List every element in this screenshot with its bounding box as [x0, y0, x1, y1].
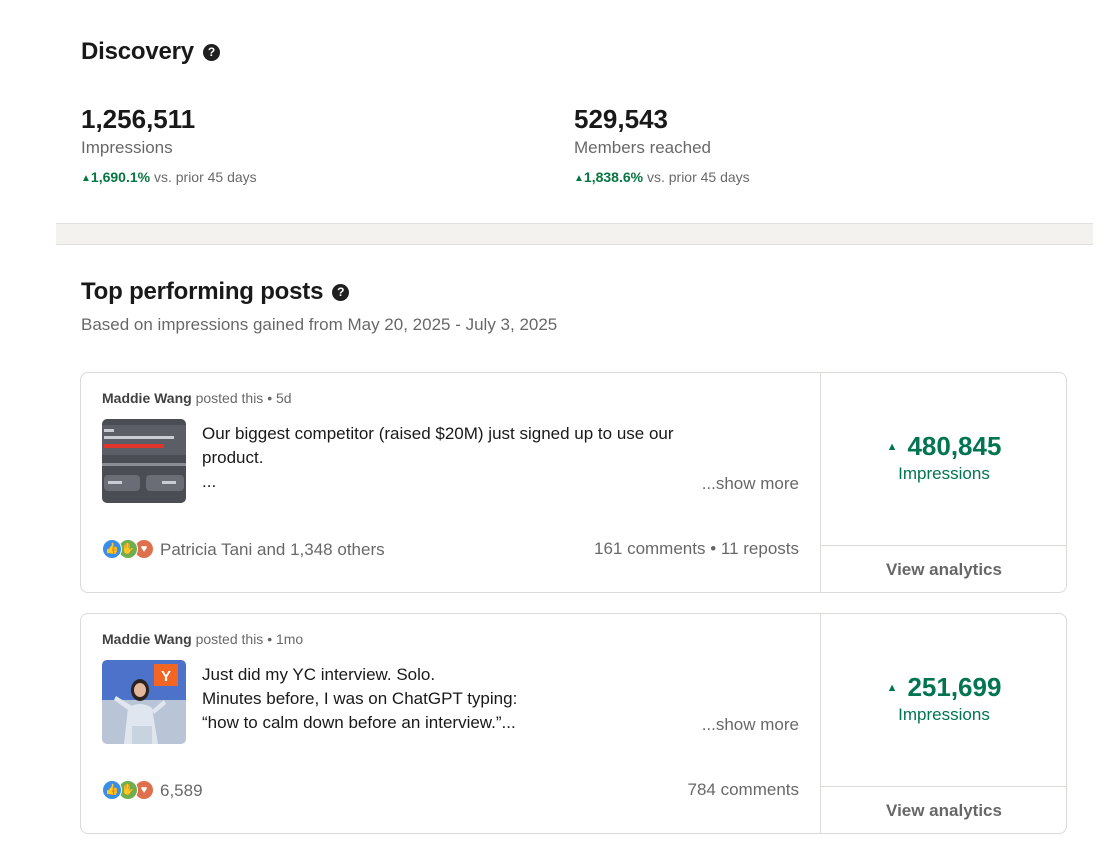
help-icon[interactable]: ?: [332, 283, 350, 301]
like-icon: 👍: [102, 539, 122, 559]
post-line: Our biggest competitor (raised $20M) jus…: [202, 424, 674, 443]
help-icon[interactable]: ?: [202, 43, 220, 61]
post-card[interactable]: Maddie Wang posted this • 1mo Y Just did…: [80, 613, 1067, 834]
impressions-label: Impressions: [898, 464, 990, 483]
trend-percent: 1,690.1%: [90, 169, 151, 185]
reactions-count[interactable]: 6,589: [160, 781, 203, 800]
impressions-block: ▲ 480,845 Impressions: [821, 431, 1066, 484]
top-posts-header: Top performing posts? Based on impressio…: [81, 278, 1071, 335]
discovery-section: Discovery? 1,256,511 Impressions ▲1,690.…: [81, 38, 1081, 185]
impressions-number: 480,845: [907, 431, 1002, 461]
interview-photo-thumbnail: Y: [102, 660, 186, 744]
top-posts-subtitle: Based on impressions gained from May 20,…: [81, 315, 558, 334]
triangle-up-icon: ▲: [886, 441, 898, 453]
post-footer: 👍 ✋ ♥ 6,589 784 comments: [102, 780, 799, 801]
show-more-link[interactable]: ...show more: [702, 715, 799, 735]
post-meta: Maddie Wang posted this • 1mo: [102, 631, 303, 647]
post-text: Just did my YC interview. Solo. Minutes …: [202, 663, 742, 735]
like-icon: 👍: [102, 780, 122, 800]
reaction-icons[interactable]: 👍 ✋ ♥: [102, 539, 156, 559]
post-meta: Maddie Wang posted this • 5d: [102, 390, 292, 406]
post-impressions-panel: ▲ 480,845 Impressions View analytics: [820, 373, 1066, 592]
post-footer: 👍 ✋ ♥ Patricia Tani and 1,348 others 161…: [102, 539, 799, 560]
post-time: posted this • 1mo: [191, 631, 304, 647]
impressions-value: ▲ 480,845: [821, 431, 1066, 462]
reactions-count[interactable]: Patricia Tani and 1,348 others: [160, 540, 385, 559]
stat-label: Members reached: [574, 138, 712, 157]
post-author[interactable]: Maddie Wang: [102, 390, 192, 406]
top-posts-title: Top performing posts?: [81, 278, 1071, 306]
view-analytics-button[interactable]: View analytics: [821, 786, 1066, 833]
stat-trend: ▲1,838.6% vs. prior 45 days: [574, 169, 750, 185]
triangle-up-icon: ▲: [574, 173, 584, 184]
show-more-link[interactable]: ...show more: [702, 474, 799, 494]
members-reached-stat: 529,543 Members reached ▲1,838.6% vs. pr…: [574, 104, 750, 185]
post-line: Minutes before, I was on ChatGPT typing:: [202, 689, 518, 708]
post-impressions-panel: ▲ 251,699 Impressions View analytics: [820, 614, 1066, 833]
post-line: ...: [202, 472, 217, 491]
impressions-stat: 1,256,511 Impressions ▲1,690.1% vs. prio…: [81, 104, 257, 185]
triangle-up-icon: ▲: [886, 682, 898, 694]
stat-trend: ▲1,690.1% vs. prior 45 days: [81, 169, 257, 185]
svg-text:Y: Y: [161, 668, 171, 685]
post-line: “how to calm down before an interview.”.…: [202, 713, 516, 732]
post-content[interactable]: Maddie Wang posted this • 5d Our biggest…: [81, 373, 820, 592]
top-posts-title-text: Top performing posts: [81, 278, 324, 305]
engagement-counts[interactable]: 161 comments • 11 reposts: [594, 539, 799, 559]
reaction-icons[interactable]: 👍 ✋ ♥: [102, 780, 156, 800]
discovery-title-text: Discovery: [81, 38, 194, 65]
engagement-counts[interactable]: 784 comments: [688, 780, 800, 800]
discovery-title: Discovery?: [81, 38, 1081, 66]
post-thumbnail[interactable]: Y: [102, 660, 186, 744]
triangle-up-icon: ▲: [81, 173, 91, 184]
view-analytics-button[interactable]: View analytics: [821, 545, 1066, 592]
impressions-value: ▲ 251,699: [821, 672, 1066, 703]
trend-percent: 1,838.6%: [583, 169, 644, 185]
post-card[interactable]: Maddie Wang posted this • 5d Our biggest…: [80, 372, 1067, 593]
stat-value: 529,543: [574, 104, 668, 134]
post-text: Our biggest competitor (raised $20M) jus…: [202, 422, 742, 494]
trend-suffix: vs. prior 45 days: [643, 169, 750, 185]
payment-screenshot-thumbnail: [102, 419, 186, 503]
impressions-number: 251,699: [907, 672, 1002, 702]
post-time: posted this • 5d: [191, 390, 292, 406]
post-thumbnail[interactable]: [102, 419, 186, 503]
section-divider: [56, 223, 1093, 245]
post-line: product.: [202, 448, 264, 467]
post-author[interactable]: Maddie Wang: [102, 631, 192, 647]
post-content[interactable]: Maddie Wang posted this • 1mo Y Just did…: [81, 614, 820, 833]
impressions-label: Impressions: [898, 705, 990, 724]
stat-value: 1,256,511: [81, 104, 196, 134]
impressions-block: ▲ 251,699 Impressions: [821, 672, 1066, 725]
stat-label: Impressions: [81, 138, 173, 157]
trend-suffix: vs. prior 45 days: [150, 169, 257, 185]
post-line: Just did my YC interview. Solo.: [202, 665, 436, 684]
